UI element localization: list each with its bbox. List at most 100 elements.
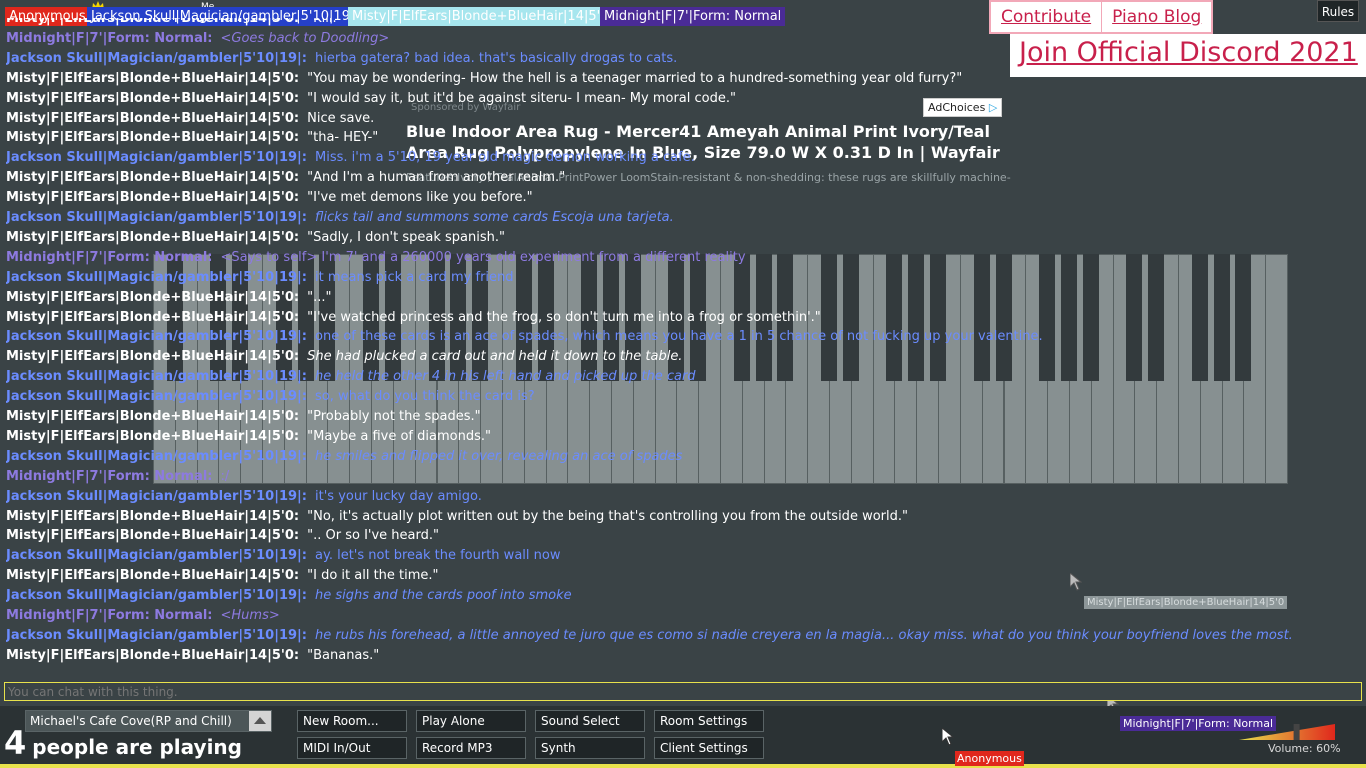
chat-message: Misty|F|ElfEars|Blonde+BlueHair|14|5'0: N… xyxy=(6,109,374,129)
chat-message-text: one of these cards is an ace of spades, … xyxy=(315,329,1043,345)
chat-message: Midnight|F|7'|Form: Normal: :/ xyxy=(6,467,229,487)
chat-message-author[interactable]: Misty|F|ElfEars|Blonde+BlueHair|14|5'0: xyxy=(6,170,299,185)
chat-message-author[interactable]: Jackson Skull|Magician/gambler|5'10|19|: xyxy=(6,329,307,344)
chat-message: Misty|F|ElfEars|Blonde+BlueHair|14|5'0: "… xyxy=(6,89,736,109)
chat-message: Jackson Skull|Magician/gambler|5'10|19|:… xyxy=(6,487,482,507)
volume-label: Volume: 60% xyxy=(1268,742,1341,755)
synth-button[interactable]: Synth xyxy=(535,737,645,759)
mouse-cursor-icon xyxy=(942,728,954,746)
chat-message-author[interactable]: Misty|F|ElfEars|Blonde+BlueHair|14|5'0: xyxy=(6,230,299,245)
chat-message-text: "And I'm a human from another realm." xyxy=(307,170,566,186)
chevron-up-icon[interactable] xyxy=(249,711,271,731)
chat-message-text: "I do it all the time." xyxy=(307,568,439,584)
chat-message-text: "Maybe a five of diamonds." xyxy=(307,428,491,444)
new-room-button[interactable]: New Room... xyxy=(297,710,407,732)
chat-message: Jackson Skull|Magician/gambler|5'10|19|:… xyxy=(6,208,674,228)
chat-message-author[interactable]: Misty|F|ElfEars|Blonde+BlueHair|14|5'0: xyxy=(6,91,299,106)
chat-message-author[interactable]: Misty|F|ElfEars|Blonde+BlueHair|14|5'0: xyxy=(6,509,299,524)
chat-message-author[interactable]: Midnight|F|7'|Form: Normal: xyxy=(6,608,213,623)
chat-message-author[interactable]: Jackson Skull|Magician/gambler|5'10|19|: xyxy=(6,588,307,603)
chat-message-author[interactable]: Misty|F|ElfEars|Blonde+BlueHair|14|5'0: xyxy=(6,18,299,26)
chat-message-text: "I've watched princess and the frog, so … xyxy=(307,309,821,325)
chat-message: Misty|F|ElfEars|Blonde+BlueHair|14|5'0: "… xyxy=(6,526,439,546)
chat-message-author[interactable]: Misty|F|ElfEars|Blonde+BlueHair|14|5'0: xyxy=(6,111,299,126)
chat-message: Misty|F|ElfEars|Blonde+BlueHair|14|5'0: "… xyxy=(6,646,379,666)
chat-message: Misty|F|ElfEars|Blonde+BlueHair|14|5'0: "… xyxy=(6,288,331,308)
chat-message: Jackson Skull|Magician/gambler|5'10|19|:… xyxy=(6,148,695,168)
chat-message-text: "Kiii." xyxy=(307,18,343,26)
chat-message: Misty|F|ElfEars|Blonde+BlueHair|14|5'0: S… xyxy=(6,347,682,367)
chat-message-text: "..." xyxy=(307,289,332,305)
record-mp3-button[interactable]: Record MP3 xyxy=(416,737,526,759)
chat-message-author[interactable]: Misty|F|ElfEars|Blonde+BlueHair|14|5'0: xyxy=(6,310,299,325)
chat-message-author[interactable]: Misty|F|ElfEars|Blonde+BlueHair|14|5'0: xyxy=(6,130,299,145)
chat-message-text: he smiles and flipped it over, revealing… xyxy=(315,448,683,464)
chat-message-text: it means pick a card my friend xyxy=(315,269,514,285)
chat-message: Misty|F|ElfEars|Blonde+BlueHair|14|5'0: "… xyxy=(6,566,439,586)
chat-message: Misty|F|ElfEars|Blonde+BlueHair|14|5'0: "… xyxy=(6,427,491,447)
chat-message-text: "Sadly, I don't speak spanish." xyxy=(307,229,505,245)
client-settings-button[interactable]: Client Settings xyxy=(654,737,764,759)
chat-message: Jackson Skull|Magician/gambler|5'10|19|:… xyxy=(6,387,535,407)
chat-message-text: he sighs and the cards poof into smoke xyxy=(315,588,572,604)
chat-message-author[interactable]: Jackson Skull|Magician/gambler|5'10|19|: xyxy=(6,489,307,504)
chat-message-author[interactable]: Misty|F|ElfEars|Blonde+BlueHair|14|5'0: xyxy=(6,648,299,663)
chat-message-text: "tha- HEY-" xyxy=(307,130,379,146)
chat-message: Midnight|F|7'|Form: Normal: <Goes back to… xyxy=(6,29,389,49)
chat-message-author[interactable]: Jackson Skull|Magician/gambler|5'10|19|: xyxy=(6,389,307,404)
chat-message-author[interactable]: Misty|F|ElfEars|Blonde+BlueHair|14|5'0: xyxy=(6,190,299,205)
chat-message-author[interactable]: Misty|F|ElfEars|Blonde+BlueHair|14|5'0: xyxy=(6,409,299,424)
chat-message-text: "You may be wondering- How the hell is a… xyxy=(307,70,963,86)
chat-message-author[interactable]: Jackson Skull|Magician/gambler|5'10|19|: xyxy=(6,548,307,563)
play-alone-button[interactable]: Play Alone xyxy=(416,710,526,732)
midi-button[interactable]: MIDI In/Out xyxy=(297,737,407,759)
chat-message-text: he rubs his forehead, a little annoyed t… xyxy=(315,627,1293,643)
chat-message: Misty|F|ElfEars|Blonde+BlueHair|14|5'0: "… xyxy=(6,407,481,427)
chat-message: Jackson Skull|Magician/gambler|5'10|19|:… xyxy=(6,546,560,566)
chat-message-author[interactable]: Jackson Skull|Magician/gambler|5'10|19|: xyxy=(6,369,307,384)
chat-message-text: "Bananas." xyxy=(307,647,380,663)
bottom-accent-line xyxy=(0,764,1366,768)
chat-message-author[interactable]: Jackson Skull|Magician/gambler|5'10|19|: xyxy=(6,628,307,643)
volume-slider[interactable] xyxy=(1239,724,1335,740)
chat-message-author[interactable]: Midnight|F|7'|Form: Normal: xyxy=(6,469,213,484)
chat-message-text: Miss. i'm a 5'10, 19 year old magic demo… xyxy=(315,150,695,166)
chat-message-author[interactable]: Misty|F|ElfEars|Blonde+BlueHair|14|5'0: xyxy=(6,71,299,86)
chat-message-text: ".. Or so I've heard." xyxy=(307,528,439,544)
chat-message: Misty|F|ElfEars|Blonde+BlueHair|14|5'0: "… xyxy=(6,507,908,527)
chat-message-author[interactable]: Jackson Skull|Magician/gambler|5'10|19|: xyxy=(6,150,307,165)
chat-message-author[interactable]: Jackson Skull|Magician/gambler|5'10|19|: xyxy=(6,270,307,285)
chat-message-author[interactable]: Midnight|F|7'|Form: Normal: xyxy=(6,31,213,46)
chat-message: Misty|F|ElfEars|Blonde+BlueHair|14|5'0: "… xyxy=(6,18,343,29)
player-count-text: people are playing xyxy=(32,735,242,759)
chat-message: Misty|F|ElfEars|Blonde+BlueHair|14|5'0: "… xyxy=(6,228,505,248)
chat-message-text: Nice save. xyxy=(307,110,375,126)
chat-message-author[interactable]: Misty|F|ElfEars|Blonde+BlueHair|14|5'0: xyxy=(6,568,299,583)
chat-message-text: hierba gatera? bad idea. that's basicall… xyxy=(315,50,678,66)
chat-message-text: "I would say it, but it'd be against sit… xyxy=(307,90,736,106)
chat-message-text: <Hums> xyxy=(220,608,280,623)
chat-message: Misty|F|ElfEars|Blonde+BlueHair|14|5'0: "… xyxy=(6,188,533,208)
chat-message-author[interactable]: Misty|F|ElfEars|Blonde+BlueHair|14|5'0: xyxy=(6,528,299,543)
chat-message: Misty|F|ElfEars|Blonde+BlueHair|14|5'0: "… xyxy=(6,128,378,148)
chat-message-author[interactable]: Misty|F|ElfEars|Blonde+BlueHair|14|5'0: xyxy=(6,290,299,305)
sound-select-button[interactable]: Sound Select xyxy=(535,710,645,732)
chat-message-text: "No, it's actually plot written out by t… xyxy=(307,508,908,524)
volume-knob[interactable] xyxy=(1293,724,1300,740)
chat-message: Jackson Skull|Magician/gambler|5'10|19|:… xyxy=(6,626,1293,646)
chat-message-author[interactable]: Jackson Skull|Magician/gambler|5'10|19|: xyxy=(6,51,307,66)
player-count: 4 people are playing xyxy=(4,724,242,762)
chat-message-author[interactable]: Midnight|F|7'|Form: Normal: xyxy=(6,250,213,265)
chat-message-text: he held the other 4 in his left hand and… xyxy=(315,369,696,385)
chat-message-text: :/ xyxy=(220,468,230,484)
chat-message-author[interactable]: Jackson Skull|Magician/gambler|5'10|19|: xyxy=(6,210,307,225)
chat-message-author[interactable]: Misty|F|ElfEars|Blonde+BlueHair|14|5'0: xyxy=(6,349,299,364)
chat-input[interactable] xyxy=(4,682,1362,701)
chat-message-author[interactable]: Misty|F|ElfEars|Blonde+BlueHair|14|5'0: xyxy=(6,429,299,444)
chat-message: Misty|F|ElfEars|Blonde+BlueHair|14|5'0: "… xyxy=(6,69,962,89)
player-count-number: 4 xyxy=(4,724,27,762)
room-settings-button[interactable]: Room Settings xyxy=(654,710,764,732)
chat-message: Jackson Skull|Magician/gambler|5'10|19|:… xyxy=(6,327,1043,347)
chat-message-text: so, what do you think the card is? xyxy=(315,389,535,405)
chat-message-author[interactable]: Jackson Skull|Magician/gambler|5'10|19|: xyxy=(6,449,307,464)
